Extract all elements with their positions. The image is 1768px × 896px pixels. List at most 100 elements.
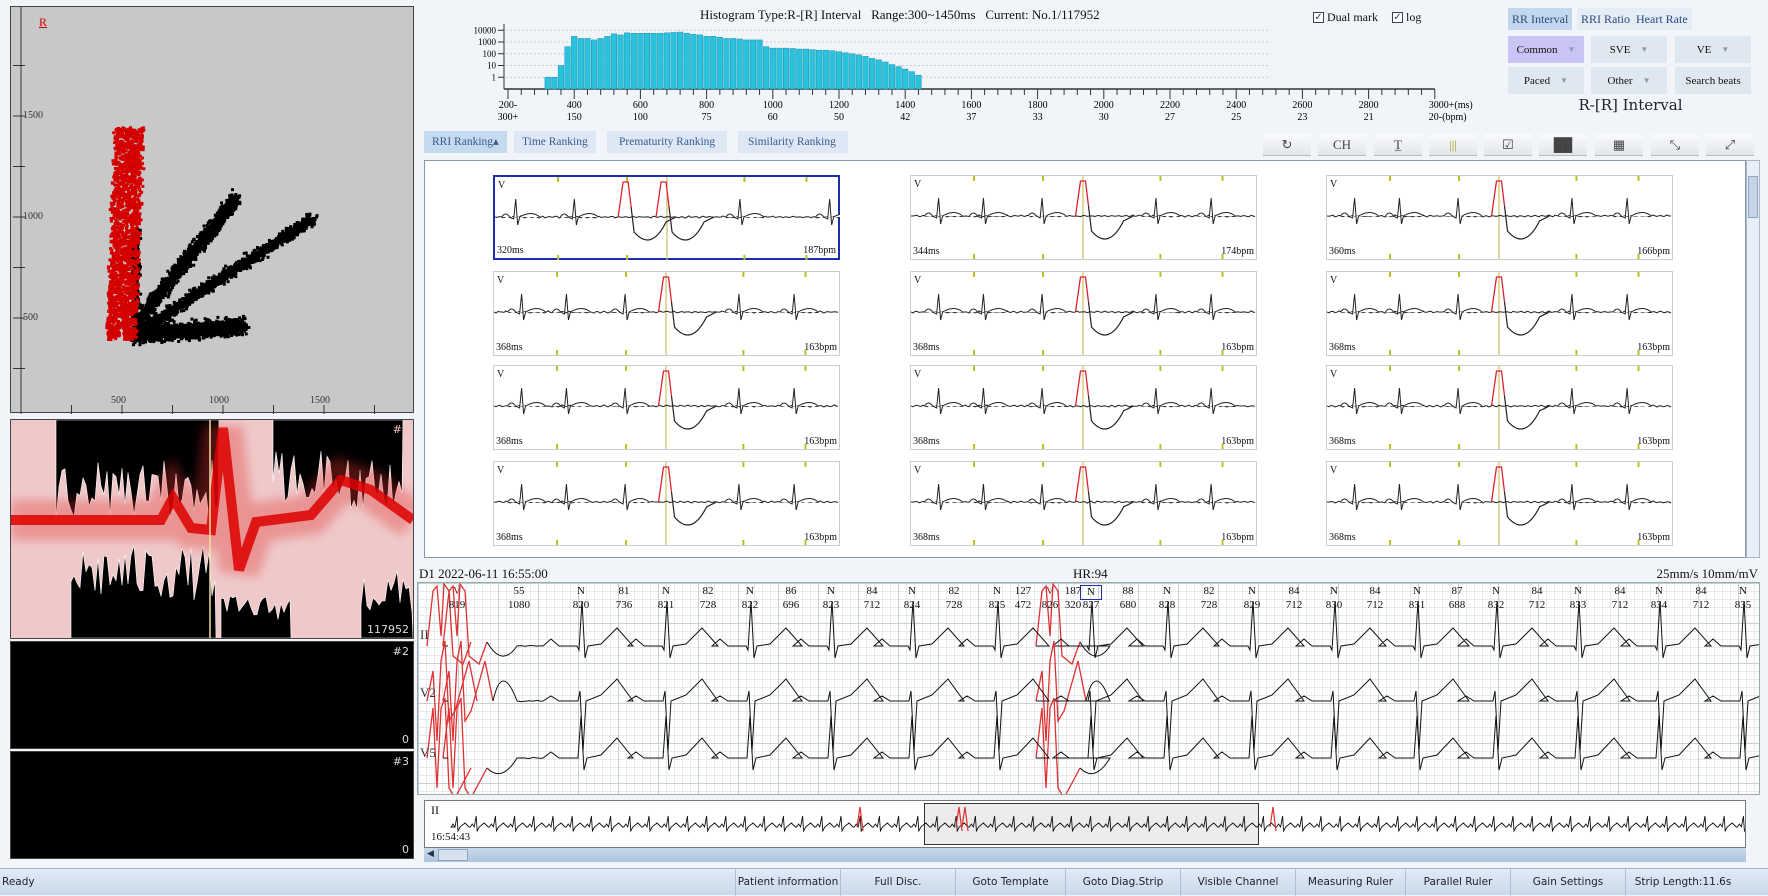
tab-similarity-ranking[interactable]: Similarity Ranking	[738, 131, 848, 153]
beat-type[interactable]: N	[1558, 585, 1598, 598]
common-dropdown[interactable]: Common▼	[1508, 36, 1584, 63]
ecg-strip[interactable]: II V2 V5 V819N820N821N822N823N824N825V82…	[417, 582, 1760, 795]
interval-heart-rate: 82	[688, 585, 728, 598]
measuring-ruler-button[interactable]: Measuring Ruler	[1295, 869, 1405, 896]
interval-ms: 712	[1681, 599, 1721, 612]
tab-heart-rate[interactable]: Heart Rate	[1632, 8, 1692, 30]
template-thumbnail[interactable]: V368ms163bpm	[1326, 365, 1673, 450]
x-tick-bpm: 33	[1033, 112, 1043, 123]
tab-time-ranking[interactable]: Time Ranking	[514, 131, 596, 153]
x-tick-ms: 1200	[829, 100, 849, 111]
tab-rri-ranking[interactable]: RRI Ranking▴	[424, 131, 507, 153]
expand-icon: ⤢	[1725, 137, 1735, 153]
scrollbar-thumb[interactable]	[438, 849, 468, 861]
sve-dropdown[interactable]: SVE▼	[1591, 36, 1667, 63]
text-button[interactable]: T̲	[1374, 134, 1422, 156]
expand-button[interactable]: ⤢	[1706, 134, 1754, 156]
gain-settings-button[interactable]: Gain Settings	[1510, 869, 1625, 896]
template-thumbnail[interactable]: V320ms187bpm	[493, 175, 840, 260]
scroll-left-icon[interactable]: ◀	[427, 848, 434, 859]
refresh-button[interactable]: ↻	[1263, 134, 1311, 156]
normal-complex	[780, 294, 818, 320]
tab-prematurity-ranking[interactable]: Prematurity Ranking	[607, 131, 727, 153]
strip-length-11-6s-button[interactable]: Strip Length:11.6s	[1625, 869, 1740, 896]
collapse-button[interactable]: ⤡	[1651, 134, 1699, 156]
template-thumbnail[interactable]: V368ms163bpm	[910, 271, 1257, 356]
clipboard-check-button[interactable]: ☑	[1484, 134, 1532, 156]
template-waveform	[1327, 462, 1672, 545]
beat-type[interactable]: N	[730, 585, 770, 598]
chevron-down-icon: ▼	[1640, 45, 1648, 54]
histogram-bar	[717, 37, 723, 89]
histogram-bar	[889, 65, 895, 89]
patient-information-button[interactable]: Patient information	[735, 869, 840, 896]
beat-marker	[1575, 540, 1577, 545]
histogram-bar	[578, 38, 584, 89]
template-type: V	[1330, 275, 1337, 286]
template-grid[interactable]: V320ms187bpmV344ms174bpmV360ms166bpmV368…	[424, 160, 1746, 558]
histogram-bar	[849, 54, 855, 89]
template-scrollbar[interactable]	[1746, 160, 1760, 558]
template-thumbnail[interactable]: V368ms163bpm	[1326, 271, 1673, 356]
template-waveform	[1327, 366, 1672, 449]
channel-button[interactable]: CH	[1318, 134, 1366, 156]
grid-layout-button[interactable]: ██	[1539, 134, 1587, 156]
ve-dropdown[interactable]: VE▼	[1675, 36, 1751, 63]
marker-lines-button[interactable]: |||	[1429, 134, 1477, 156]
beat-type[interactable]: N	[1232, 585, 1272, 598]
beat-type[interactable]: N	[1314, 585, 1354, 598]
normal-complex	[1142, 388, 1180, 414]
beat-type[interactable]: N	[1723, 585, 1763, 598]
normal-complex	[508, 294, 546, 320]
template-thumbnail[interactable]: V344ms174bpm	[910, 175, 1257, 260]
template-thumbnail[interactable]: V368ms163bpm	[910, 461, 1257, 546]
channel-3-overlay[interactable]: #3 0	[10, 751, 414, 859]
visible-channel-button[interactable]: Visible Channel	[1180, 869, 1295, 896]
y-tick-label: 1500	[23, 110, 43, 121]
other-dropdown[interactable]: Other▼	[1591, 67, 1667, 94]
scatter-axis-label: R	[39, 15, 47, 30]
strip-scrollbar[interactable]: ◀	[424, 848, 1746, 862]
beat-type[interactable]: N	[561, 585, 601, 598]
full-disc-button[interactable]: Full Disc.	[840, 869, 955, 896]
button-label: Other	[1608, 75, 1633, 87]
template-thumbnail[interactable]: V368ms163bpm	[910, 365, 1257, 450]
beat-type[interactable]: N	[1397, 585, 1437, 598]
template-interval: 368ms	[496, 532, 523, 543]
parallel-ruler-button[interactable]: Parallel Ruler	[1405, 869, 1510, 896]
paced-dropdown[interactable]: Paced▼	[1508, 67, 1584, 94]
channel-1-overlay[interactable]: II #1 117952	[10, 419, 414, 639]
template-thumbnail[interactable]: V368ms163bpm	[493, 365, 840, 450]
tab-rr-interval[interactable]: RR Interval	[1508, 8, 1572, 30]
beat-type[interactable]: N	[646, 585, 686, 598]
x-tick-bpm: 150	[567, 112, 582, 123]
rr-scatter-plot[interactable]: R 1500 1000 500 500 1000 1500	[10, 6, 414, 413]
interval-heart-rate: 187	[1053, 585, 1093, 598]
beat-number: 832	[1476, 599, 1516, 612]
search-beats-button[interactable]: Search beats	[1675, 67, 1751, 94]
template-thumbnail[interactable]: V360ms166bpm	[1326, 175, 1673, 260]
beat-type[interactable]: N	[892, 585, 932, 598]
template-thumbnail[interactable]: V368ms163bpm	[493, 461, 840, 546]
histogram-bar	[770, 48, 776, 89]
beat-type[interactable]: N	[811, 585, 851, 598]
tab-rri-ratio[interactable]: RRI Ratio	[1577, 8, 1634, 30]
channel-2-overlay[interactable]: #2 0	[10, 641, 414, 749]
goto-template-button[interactable]: Goto Template	[955, 869, 1065, 896]
scrollbar-thumb[interactable]	[1748, 176, 1758, 218]
beat-marker	[556, 350, 558, 355]
beat-type[interactable]: N	[1147, 585, 1187, 598]
overview-strip[interactable]: II 16:54:43	[424, 800, 1746, 848]
template-thumbnail[interactable]: V368ms163bpm	[493, 271, 840, 356]
goto-diag-strip-button[interactable]: Goto Diag.Strip	[1065, 869, 1180, 896]
template-type: V	[914, 275, 921, 286]
histogram-bar	[750, 40, 756, 89]
beat-type[interactable]: N	[1476, 585, 1516, 598]
x-tick-bpm: 42	[900, 112, 910, 123]
template-thumbnail[interactable]: V368ms163bpm	[1326, 461, 1673, 546]
grid-alt-button[interactable]: ▦	[1595, 134, 1643, 156]
beat-type[interactable]: V	[437, 585, 477, 598]
rr-histogram[interactable]: 100001000100101200-300+40015060010080075…	[440, 20, 1500, 128]
beat-marker	[557, 255, 559, 260]
beat-type[interactable]: N	[1639, 585, 1679, 598]
